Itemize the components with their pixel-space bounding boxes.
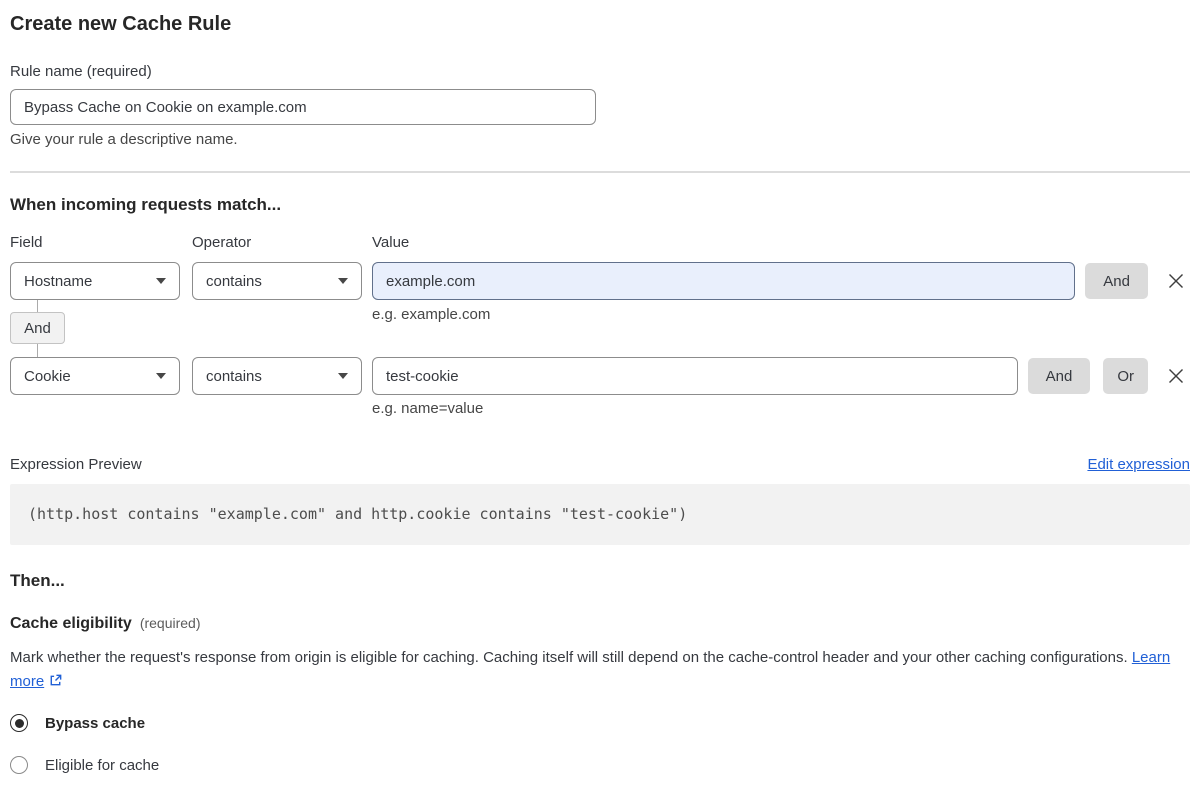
close-icon [1169,369,1183,383]
rule-name-input[interactable] [10,89,596,125]
expression-preview-label: Expression Preview [10,456,142,473]
cache-eligibility-heading-row: Cache eligibility (required) [10,615,1190,633]
edit-expression-link[interactable]: Edit expression [1087,456,1190,473]
required-note: (required) [139,615,201,631]
section-divider [10,171,1190,173]
rule-name-label: Rule name (required) [10,63,152,80]
and-button-row-2[interactable]: And [1027,358,1091,394]
create-cache-rule-page: Create new Cache Rule Rule name (require… [0,0,1200,774]
condition-row-2: Cookie contains And Or [10,357,1190,395]
and-connector-chip[interactable]: And [10,312,65,344]
radio-dot [14,718,24,728]
operator-select-1-value: contains [206,272,262,290]
remove-condition-button-2[interactable] [1162,362,1190,390]
condition-row-1: Hostname contains And [10,262,1190,300]
and-button-row-1[interactable]: And [1085,263,1148,299]
condition-connector-area: e.g. example.com And [10,300,1190,357]
radio-option-bypass-cache[interactable]: Bypass cache [10,714,1190,732]
radio-label-bypass-cache: Bypass cache [45,714,146,732]
field-select-1[interactable]: Hostname [10,262,180,300]
connector-line [37,300,38,312]
chevron-down-icon [338,278,348,284]
cache-eligibility-description: Mark whether the request's response from… [10,646,1190,696]
expression-preview-code: (http.host contains "example.com" and ht… [10,484,1190,545]
description-text: Mark whether the request's response from… [10,649,1128,666]
value-input-1[interactable] [372,262,1076,300]
field-select-2-value: Cookie [24,367,71,385]
operator-column-label: Operator [192,234,252,251]
chevron-down-icon [338,373,348,379]
close-icon [1169,274,1183,288]
external-link-icon [48,672,63,696]
radio-selected-icon[interactable] [10,714,28,732]
chevron-down-icon [156,278,166,284]
value-hint-1: e.g. example.com [372,306,491,323]
value-column-label: Value [372,234,410,251]
operator-select-2-value: contains [206,367,262,385]
chevron-down-icon [156,373,166,379]
operator-select-1[interactable]: contains [192,262,362,300]
field-select-1-value: Hostname [24,272,93,290]
radio-unselected-icon[interactable] [10,756,28,774]
field-column-label: Field [10,234,43,251]
remove-condition-button-1[interactable] [1162,267,1190,295]
page-title: Create new Cache Rule [10,13,232,35]
or-button-row-2[interactable]: Or [1103,358,1148,394]
condition-column-headers: Field Operator Value [10,234,1190,252]
connector-line [37,344,38,357]
radio-option-eligible-for-cache[interactable]: Eligible for cache [10,756,1190,774]
then-heading: Then... [10,571,65,590]
expression-preview-header: Expression Preview Edit expression [10,456,1190,473]
operator-select-2[interactable]: contains [192,357,362,395]
field-select-2[interactable]: Cookie [10,357,180,395]
radio-label-eligible-for-cache: Eligible for cache [45,756,160,774]
value-input-2[interactable] [372,357,1018,395]
rule-name-helper: Give your rule a descriptive name. [10,131,238,148]
cache-eligibility-heading: Cache eligibility [10,615,132,632]
value-hint-2: e.g. name=value [372,400,484,417]
match-heading: When incoming requests match... [10,195,282,214]
